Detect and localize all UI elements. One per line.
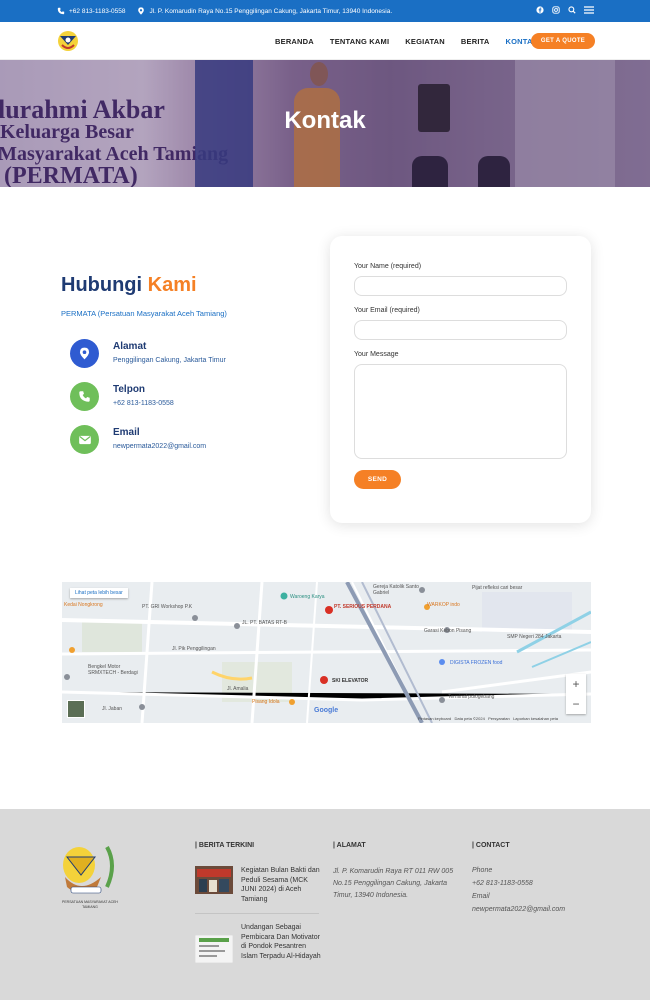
- map-label: WARKOP indo: [427, 602, 460, 608]
- page-hero-banner: lurahmi Akbar Keluarga Besar n Masyaraka…: [0, 60, 650, 187]
- phone-value[interactable]: +62 813-1183-0558: [113, 400, 174, 407]
- page-title: Kontak: [284, 107, 366, 134]
- phone-icon-circle: [70, 382, 99, 411]
- contact-item-address: Alamat Penggilingan Cakung, Jakarta Timu…: [70, 339, 226, 368]
- contact-form: Your Name (required) Your Email (require…: [330, 236, 591, 523]
- map-terms[interactable]: Persyaratan: [488, 716, 510, 721]
- contact-item-phone: Telpon +62 813-1183-0558: [70, 382, 174, 411]
- send-button[interactable]: SEND: [354, 470, 401, 489]
- email-label: Email: [113, 427, 140, 438]
- menu-icon[interactable]: [584, 6, 594, 14]
- news-thumbnail[interactable]: [195, 866, 233, 894]
- location-pin-icon: [79, 347, 90, 360]
- google-map[interactable]: Lihat peta lebih besar Kedai Nongkrong P…: [62, 582, 591, 723]
- email-label: Your Email (required): [354, 307, 420, 314]
- topbar-phone[interactable]: +62 813-1183-0558: [57, 7, 125, 15]
- facebook-icon[interactable]: [536, 6, 544, 14]
- footer-logo-text: PERSATUAN MASYARAKAT ACEH TAMIANG: [62, 900, 118, 909]
- email-icon: [78, 435, 91, 444]
- top-info-bar: +62 813-1183-0558 Jl. P. Komarudin Raya …: [0, 0, 650, 22]
- map-label: PT. GRI Workshop P.K: [142, 604, 193, 610]
- footer-phone-label: Phone: [472, 867, 493, 874]
- permata-logo[interactable]: [56, 30, 80, 52]
- map-label: Jl. Pik Penggilingan: [172, 646, 216, 652]
- nav-beranda[interactable]: BERANDA: [275, 37, 314, 46]
- map-keyboard-shortcuts[interactable]: Pintasan keyboard: [418, 716, 451, 721]
- map-label: Jl. Amalia: [227, 686, 249, 692]
- map-label: Terminal pulogebang: [448, 694, 495, 700]
- topbar-phone-text: +62 813-1183-0558: [69, 7, 126, 15]
- contact-item-email: Email newpermata2022@gmail.com: [70, 425, 206, 454]
- map-attribution: Pintasan keyboard Data peta ©2024 Persya…: [418, 716, 558, 721]
- topbar-address: Jl. P. Komarudin Raya No.15 Penggilingan…: [137, 7, 392, 15]
- name-input[interactable]: [354, 276, 567, 296]
- map-label: Jl. Jaban: [102, 706, 123, 712]
- instagram-icon[interactable]: [552, 6, 560, 14]
- footer-email[interactable]: newpermata2022@gmail.com: [472, 906, 565, 913]
- map-label: JL. PT. BATAS RT-B: [242, 620, 288, 626]
- map-label: Pijat refleksi cari besar: [472, 585, 523, 591]
- news-column-title: | BERITA TERKINI: [195, 842, 255, 849]
- map-report-error[interactable]: Laporkan kesalahan peta: [513, 716, 558, 721]
- view-larger-map-link[interactable]: Lihat peta lebih besar: [70, 588, 128, 598]
- message-label: Your Message: [354, 351, 399, 358]
- contact-subtitle: PERMATA (Persatuan Masyarakat Aceh Tamia…: [61, 309, 227, 318]
- contact-heading-main: Hubungi: [61, 274, 143, 296]
- permata-footer-logo: [63, 846, 114, 894]
- map-label: Waroeng Karya: [290, 594, 325, 600]
- footer-address: Jl. P. Komarudin Raya RT 011 RW 005 No.1…: [333, 868, 454, 899]
- map-label: Pisang Idola: [252, 699, 280, 705]
- contact-heading: Hubungi Kami: [61, 274, 197, 297]
- phone-icon: [57, 7, 65, 15]
- footer-email-label: Email: [472, 893, 490, 900]
- message-textarea[interactable]: [354, 364, 567, 459]
- map-label: PT. SERIOUS PERDANA: [334, 604, 392, 610]
- nav-berita[interactable]: BERITA: [461, 37, 490, 46]
- address-value: Penggilingan Cakung, Jakarta Timur: [113, 357, 226, 364]
- map-label: SMP Negeri 284 Jakarta: [507, 634, 562, 640]
- news-divider: [195, 913, 319, 914]
- map-label: Bengkel Motor SRMXTECH - Berdagi: [88, 664, 138, 676]
- map-label: DIGISTA FROZEN food: [450, 660, 503, 666]
- map-label: Gereja Katolik Santo Gabriel: [373, 584, 419, 596]
- address-icon-circle: [70, 339, 99, 368]
- name-label: Your Name (required): [354, 263, 422, 270]
- footer-phone[interactable]: +62 813-1183-0558: [472, 880, 533, 887]
- phone-icon: [79, 391, 90, 402]
- address-label: Alamat: [113, 341, 147, 352]
- map-label: SKI ELEVATOR: [332, 678, 369, 684]
- get-a-quote-button[interactable]: GET A QUOTE: [531, 33, 595, 49]
- map-zoom-controls: + −: [566, 674, 586, 714]
- phone-label: Telpon: [113, 384, 146, 395]
- topbar-address-text: Jl. P. Komarudin Raya No.15 Penggilingan…: [149, 7, 393, 15]
- contact-column-title: | CONTACT: [472, 842, 510, 849]
- zoom-in-button[interactable]: +: [566, 674, 586, 694]
- nav-tentang-kami[interactable]: TENTANG KAMI: [330, 37, 389, 46]
- map-label: Garasi Kebon Pisang: [424, 628, 472, 634]
- news-item[interactable]: Undangan Sebagai Pembicara Dan Motivator…: [195, 923, 321, 963]
- address-column-title: | ALAMAT: [333, 842, 366, 849]
- map-data-credit: Data peta ©2024: [454, 716, 485, 721]
- contact-heading-accent: Kami: [147, 274, 197, 296]
- news-title[interactable]: Undangan Sebagai Pembicara Dan Motivator…: [241, 923, 321, 963]
- email-input[interactable]: [354, 320, 567, 340]
- email-value[interactable]: newpermata2022@gmail.com: [113, 443, 206, 450]
- location-pin-icon: [138, 7, 145, 15]
- email-icon-circle: [70, 425, 99, 454]
- news-thumbnail[interactable]: [195, 935, 233, 963]
- search-icon[interactable]: [568, 6, 576, 14]
- site-footer: PERSATUAN MASYARAKAT ACEH TAMIANG | BERI…: [0, 809, 650, 1000]
- map-satellite-toggle[interactable]: [67, 700, 85, 718]
- news-item[interactable]: Kegiatan Bulan Bakti dan Peduli Sesama (…: [195, 866, 321, 904]
- main-navigation: BERANDA TENTANG KAMI KEGIATAN BERITA KON…: [0, 22, 650, 60]
- nav-kegiatan[interactable]: KEGIATAN: [405, 37, 445, 46]
- news-title[interactable]: Kegiatan Bulan Bakti dan Peduli Sesama (…: [241, 866, 321, 904]
- google-logo: Google: [314, 707, 339, 714]
- map-label: Kedai Nongkrong: [64, 602, 103, 608]
- zoom-out-button[interactable]: −: [566, 694, 586, 714]
